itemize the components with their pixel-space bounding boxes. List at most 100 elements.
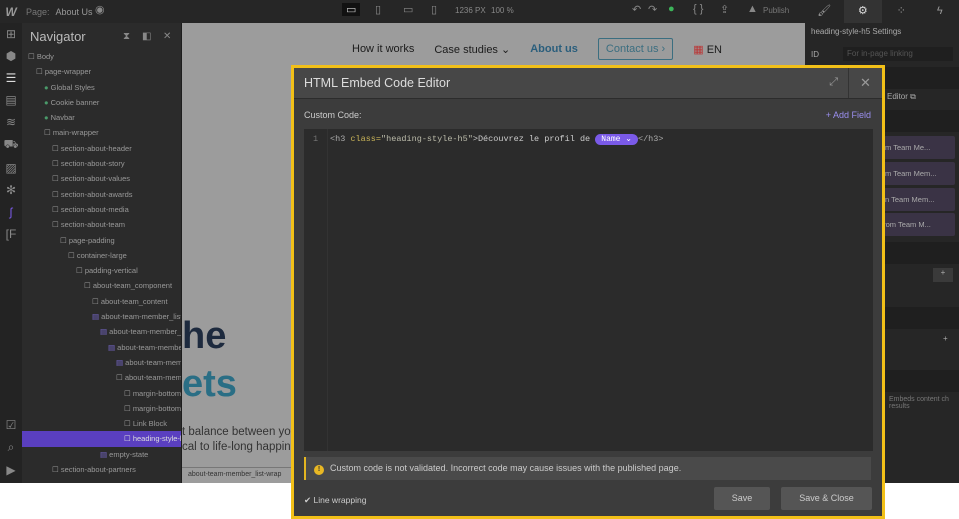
add-icon[interactable]: + bbox=[943, 334, 959, 343]
settings-icon[interactable]: ✻ bbox=[6, 183, 16, 197]
desktop-breakpoint-icon[interactable]: ▭ bbox=[342, 3, 361, 16]
symbol-icon: ● bbox=[44, 113, 51, 123]
save-button[interactable]: Save bbox=[714, 487, 770, 510]
finsweet-icon[interactable]: [F bbox=[6, 227, 17, 241]
dock-icon[interactable]: ◧ bbox=[142, 31, 151, 42]
cms-icon[interactable]: ≋ bbox=[6, 115, 16, 129]
status-check-icon[interactable]: ● bbox=[668, 3, 675, 15]
export-icon[interactable]: ⇪ bbox=[720, 3, 729, 16]
save-and-close-button[interactable]: Save & Close bbox=[781, 487, 872, 510]
code-editor[interactable]: 1 <h3 class="heading-style-h5">Découvrez… bbox=[304, 129, 873, 451]
tablet-icon[interactable]: ▯ bbox=[375, 3, 381, 16]
line-wrapping-checkbox[interactable]: ✔ Line wrapping bbox=[304, 495, 366, 506]
navigator-item[interactable]: ☐ margin-bottom bbox=[22, 401, 181, 416]
navigator-item[interactable]: ☐ page-wrapper bbox=[22, 64, 181, 79]
navigator-title: Navigator bbox=[30, 28, 86, 44]
heading-line-2: ets bbox=[182, 363, 237, 405]
style-tab-brush-icon[interactable]: 🖌 bbox=[805, 0, 844, 23]
navigator-item[interactable]: ▤ about-team-member bbox=[22, 340, 181, 355]
navigator-item[interactable]: ☐ container-large bbox=[22, 248, 181, 263]
add-icon[interactable]: ⊞ bbox=[6, 27, 16, 41]
collapse-icon[interactable]: ⧗ bbox=[123, 31, 130, 42]
div-block-icon: ☐ bbox=[52, 189, 61, 199]
close-icon[interactable]: ✕ bbox=[163, 31, 171, 42]
navigator-item-label: heading-style-h5 bbox=[132, 434, 181, 444]
search-icon[interactable]: ⌕ bbox=[8, 440, 15, 455]
mobile-icon[interactable]: ▯ bbox=[431, 3, 437, 16]
undo-icon[interactable]: ↶ bbox=[632, 3, 641, 16]
webflow-logo[interactable]: W bbox=[0, 5, 22, 19]
nav-how-it-works[interactable]: How it works bbox=[352, 43, 414, 55]
div-block-icon: ☐ bbox=[36, 67, 45, 77]
add-icon[interactable]: + bbox=[933, 268, 953, 282]
div-block-icon: ☐ bbox=[124, 434, 133, 444]
code-line[interactable]: <h3 class="heading-style-h5">Découvrez l… bbox=[330, 134, 664, 145]
navigator-item[interactable]: ☐ margin-bottom bbox=[22, 386, 181, 401]
navigator-item-label: section-about-awards bbox=[60, 189, 133, 199]
navigator-item[interactable]: ● Global Styles bbox=[22, 80, 181, 95]
div-block-icon: ☐ bbox=[52, 204, 61, 214]
contact-button[interactable]: Contact us › bbox=[597, 38, 674, 60]
navigator-item[interactable]: ☐ main-wrapper bbox=[22, 125, 181, 140]
audit-icon[interactable]: ☑ bbox=[6, 418, 17, 432]
navigator-item[interactable]: ☐ section-about-story bbox=[22, 156, 181, 171]
cms-field-pill[interactable]: Name ⌄ bbox=[595, 134, 638, 145]
navigator-item[interactable]: ☐ section-about-team bbox=[22, 217, 181, 232]
add-field-button[interactable]: + Add Field bbox=[826, 110, 871, 120]
navigator-item-label: main-wrapper bbox=[52, 128, 99, 138]
navigator-item-label: Navbar bbox=[50, 113, 75, 123]
landscape-icon[interactable]: ▭ bbox=[403, 3, 413, 16]
publish-icon[interactable]: ▲ bbox=[747, 3, 758, 15]
navigator-item-label: about-team-member_list bbox=[101, 312, 181, 322]
navigator-item[interactable]: ▤ about-team-member_l bbox=[22, 324, 181, 339]
interactions-tab-icon[interactable]: ⁘ bbox=[882, 0, 921, 23]
settings-tab-gear-icon[interactable]: ⚙ bbox=[843, 0, 882, 23]
collection-icon: ▤ bbox=[100, 449, 110, 459]
components-icon[interactable]: ⬢ bbox=[6, 49, 16, 63]
navigator-item[interactable]: ☐ section-about-media bbox=[22, 202, 181, 217]
video-icon[interactable]: ▶ bbox=[6, 463, 15, 477]
div-block-icon: ☐ bbox=[60, 235, 69, 245]
expand-icon[interactable]: ⤢ bbox=[829, 76, 838, 89]
navigator-item[interactable]: ☐ about-team_content bbox=[22, 294, 181, 309]
assets-icon[interactable]: ▨ bbox=[5, 161, 16, 175]
collection-icon: ▤ bbox=[116, 357, 126, 367]
navigator-item[interactable]: ☐ about-team-mem bbox=[22, 370, 181, 385]
navigator-item[interactable]: ☐ about-team_component bbox=[22, 278, 181, 293]
logic-icon[interactable]: ʃ bbox=[10, 205, 13, 219]
page-selector[interactable]: About Us bbox=[56, 7, 93, 17]
navigator-item[interactable]: ▤ empty-state bbox=[22, 447, 181, 462]
ecommerce-icon[interactable]: ⛟ bbox=[3, 137, 18, 153]
collection-icon: ▤ bbox=[100, 327, 110, 337]
navigator-icon[interactable]: ☰ bbox=[6, 71, 17, 85]
pages-icon[interactable]: ▤ bbox=[5, 93, 16, 107]
navigator-item-label: page-wrapper bbox=[44, 67, 92, 77]
navigator-item[interactable]: ☐ padding-vertical bbox=[22, 263, 181, 278]
navigator-item[interactable]: ☐ section-about-values bbox=[22, 171, 181, 186]
div-block-icon: ☐ bbox=[84, 281, 93, 291]
lightning-tab-icon[interactable]: ϟ bbox=[921, 0, 959, 23]
navigator-item[interactable]: ● Navbar bbox=[22, 110, 181, 125]
navigator-item[interactable]: ▤ about-team-mem bbox=[22, 355, 181, 370]
nav-about-us[interactable]: About us bbox=[530, 43, 578, 55]
publish-button[interactable]: Publish bbox=[763, 6, 789, 15]
navigator-item[interactable]: ☐ heading-style-h5 bbox=[22, 431, 181, 447]
navigator-item[interactable]: ☐ section-about-partners bbox=[22, 462, 181, 477]
navigator-item[interactable]: ☐ Link Block bbox=[22, 416, 181, 431]
navigator-item[interactable]: ☐ Body bbox=[22, 49, 181, 64]
navigator-item[interactable]: ☐ page-padding bbox=[22, 233, 181, 248]
navigator-item[interactable]: ☐ section-about-header bbox=[22, 141, 181, 156]
language-selector[interactable]: ▦ EN bbox=[693, 43, 722, 56]
id-input[interactable]: For in-page linking bbox=[843, 47, 953, 61]
navigator-item[interactable]: ▤ about-team-member_list bbox=[22, 309, 181, 324]
eye-icon[interactable]: ◉ bbox=[95, 3, 105, 16]
navigator-tree: ☐ Body ☐ page-wrapper ● Global Styles ● Coo… bbox=[22, 49, 181, 477]
navigator-item[interactable]: ☐ section-about-awards bbox=[22, 187, 181, 202]
code-icon[interactable]: { } bbox=[693, 3, 703, 15]
nav-case-studies[interactable]: Case studies ⌄ bbox=[434, 43, 510, 56]
navigator-item[interactable]: ● Cookie banner bbox=[22, 95, 181, 110]
redo-icon[interactable]: ↷ bbox=[648, 3, 657, 16]
breadcrumb[interactable]: about-team-member_list-wrap bbox=[182, 467, 302, 483]
navigator-item-label: section-about-media bbox=[60, 204, 129, 214]
close-icon[interactable]: ✕ bbox=[848, 68, 882, 98]
